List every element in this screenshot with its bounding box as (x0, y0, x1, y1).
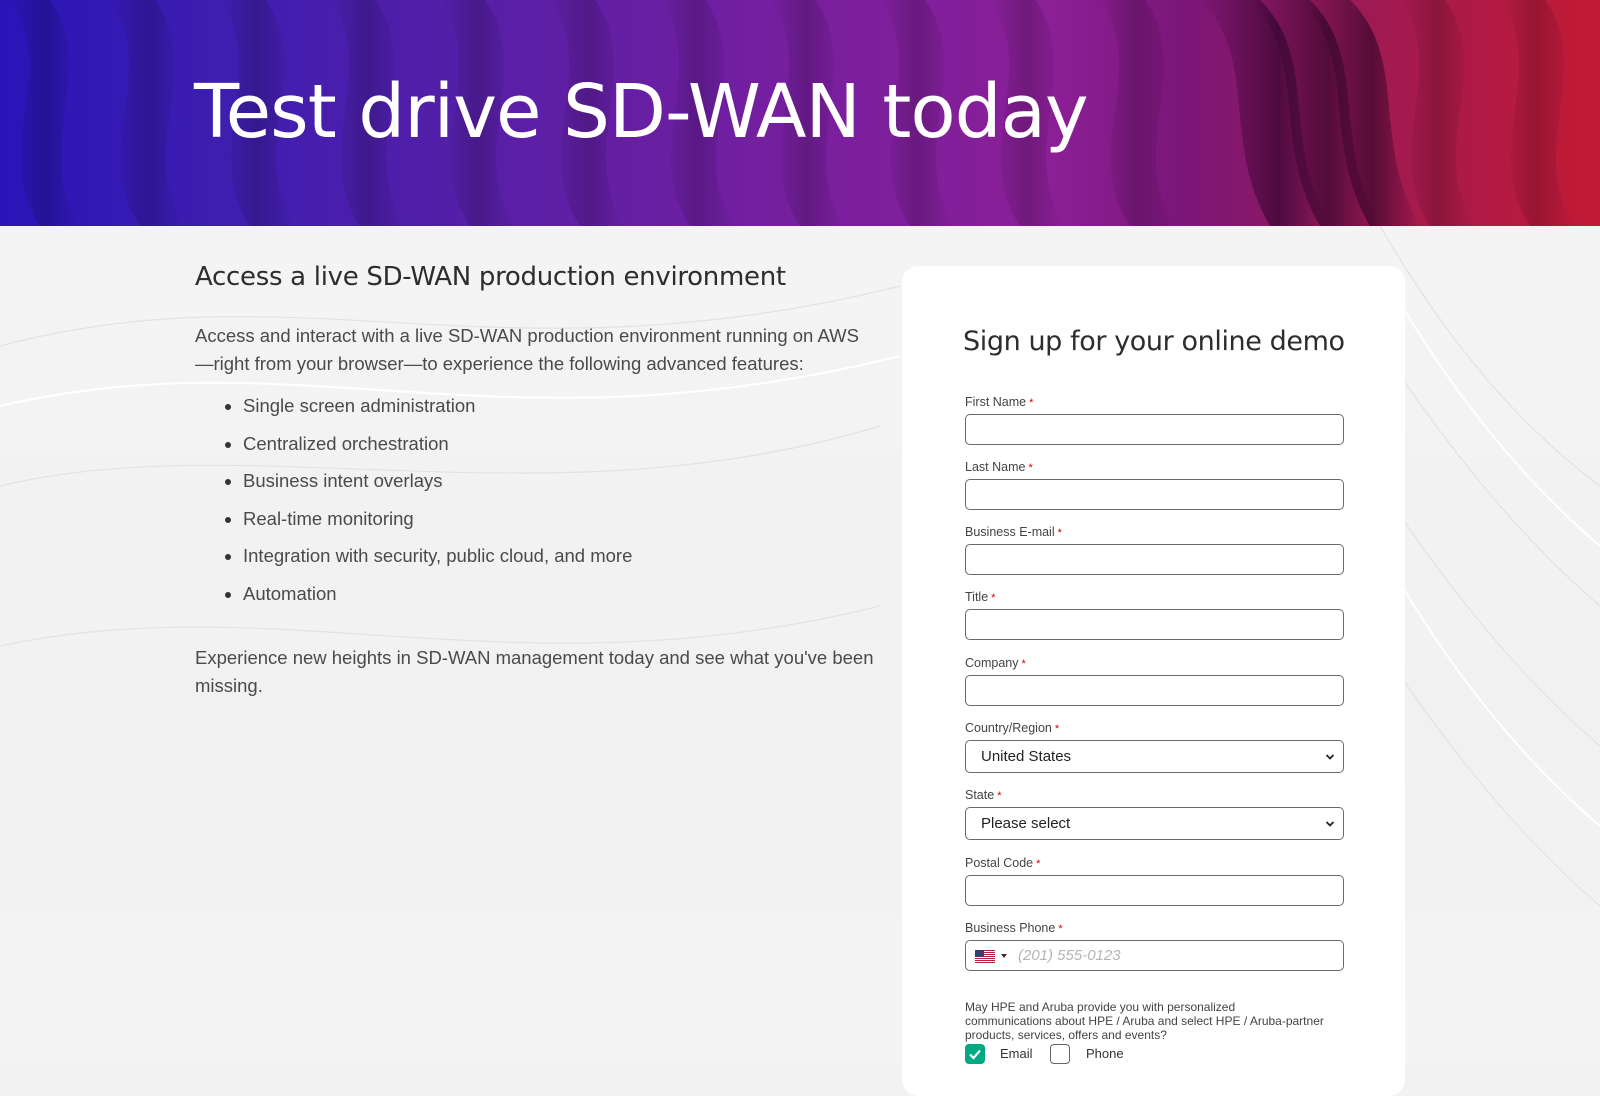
last-name-input[interactable] (965, 479, 1344, 510)
email-label: Business E-mail * (965, 525, 1062, 539)
state-select[interactable]: Please select (965, 807, 1344, 840)
first-name-field: First Name * (965, 394, 1344, 445)
hero-banner: Test drive SD-WAN today (0, 0, 1600, 226)
required-marker: * (1021, 658, 1026, 670)
country-label: Country/Region * (965, 721, 1060, 735)
signup-form-card: Sign up for your online demo First Name *… (902, 266, 1405, 1096)
postal-code-input[interactable] (965, 875, 1344, 906)
closing-paragraph: Experience new heights in SD-WAN managem… (195, 646, 874, 696)
country-select-value: United States (981, 748, 1072, 765)
phone-placeholder: (201) 555-0123 (1018, 947, 1121, 964)
country-field: Country/Region * United States (965, 720, 1344, 773)
form-title: Sign up for your online demo (963, 326, 1345, 357)
first-name-label: First Name * (965, 395, 1034, 409)
title-label: Title * (965, 590, 996, 604)
phone-consent-checkbox[interactable] (1050, 1044, 1070, 1064)
required-marker: * (1036, 858, 1041, 870)
checkmark-icon (969, 1049, 981, 1060)
feature-item: Automation (243, 582, 875, 606)
postal-code-label: Postal Code * (965, 856, 1041, 870)
intro-heading: Access a live SD-WAN production environm… (195, 262, 786, 292)
last-name-field: Last Name * (965, 459, 1344, 510)
required-marker: * (997, 790, 1002, 802)
required-marker: * (991, 592, 996, 604)
us-flag-icon[interactable] (975, 950, 995, 963)
feature-item: Centralized orchestration (243, 432, 875, 456)
feature-item: Real-time monitoring (243, 507, 875, 531)
company-label: Company * (965, 656, 1026, 670)
title-input[interactable] (965, 609, 1344, 640)
page-title: Test drive SD-WAN today (194, 69, 1089, 155)
country-select[interactable]: United States (965, 740, 1344, 773)
email-input[interactable] (965, 544, 1344, 575)
required-marker: * (1054, 723, 1060, 735)
chevron-down-icon (1325, 821, 1335, 827)
phone-input[interactable]: (201) 555-0123 (965, 940, 1344, 971)
caret-down-icon[interactable] (1001, 954, 1007, 958)
email-consent-label: Email (1000, 1046, 1033, 1061)
feature-item: Business intent overlays (243, 469, 875, 493)
phone-field: Business Phone * (201) 555-0123 (965, 920, 1344, 971)
intro-section: Access a live SD-WAN production environm… (195, 262, 875, 700)
feature-item: Single screen administration (243, 394, 875, 418)
required-marker: * (1058, 923, 1063, 935)
required-marker: * (1029, 397, 1034, 409)
last-name-label: Last Name * (965, 460, 1033, 474)
chevron-down-icon (1325, 754, 1335, 760)
company-input[interactable] (965, 675, 1344, 706)
phone-consent-label: Phone (1086, 1046, 1124, 1061)
required-marker: * (1028, 462, 1033, 474)
consent-text: May HPE and Aruba provide you with perso… (965, 1000, 1324, 1042)
intro-paragraph: Access and interact with a live SD-WAN p… (195, 325, 859, 374)
state-field: State * Please select (965, 787, 1344, 840)
state-select-value: Please select (981, 815, 1071, 832)
state-label: State * (965, 788, 1002, 802)
feature-item: Integration with security, public cloud,… (243, 544, 875, 568)
required-marker: * (1057, 527, 1062, 539)
first-name-input[interactable] (965, 414, 1344, 445)
email-consent-checkbox[interactable] (965, 1044, 985, 1064)
title-field: Title * (965, 589, 1344, 640)
email-field: Business E-mail * (965, 524, 1344, 575)
company-field: Company * (965, 655, 1344, 706)
feature-list: Single screen administration Centralized… (195, 394, 875, 606)
phone-label: Business Phone * (965, 921, 1063, 935)
postal-code-field: Postal Code * (965, 855, 1344, 906)
